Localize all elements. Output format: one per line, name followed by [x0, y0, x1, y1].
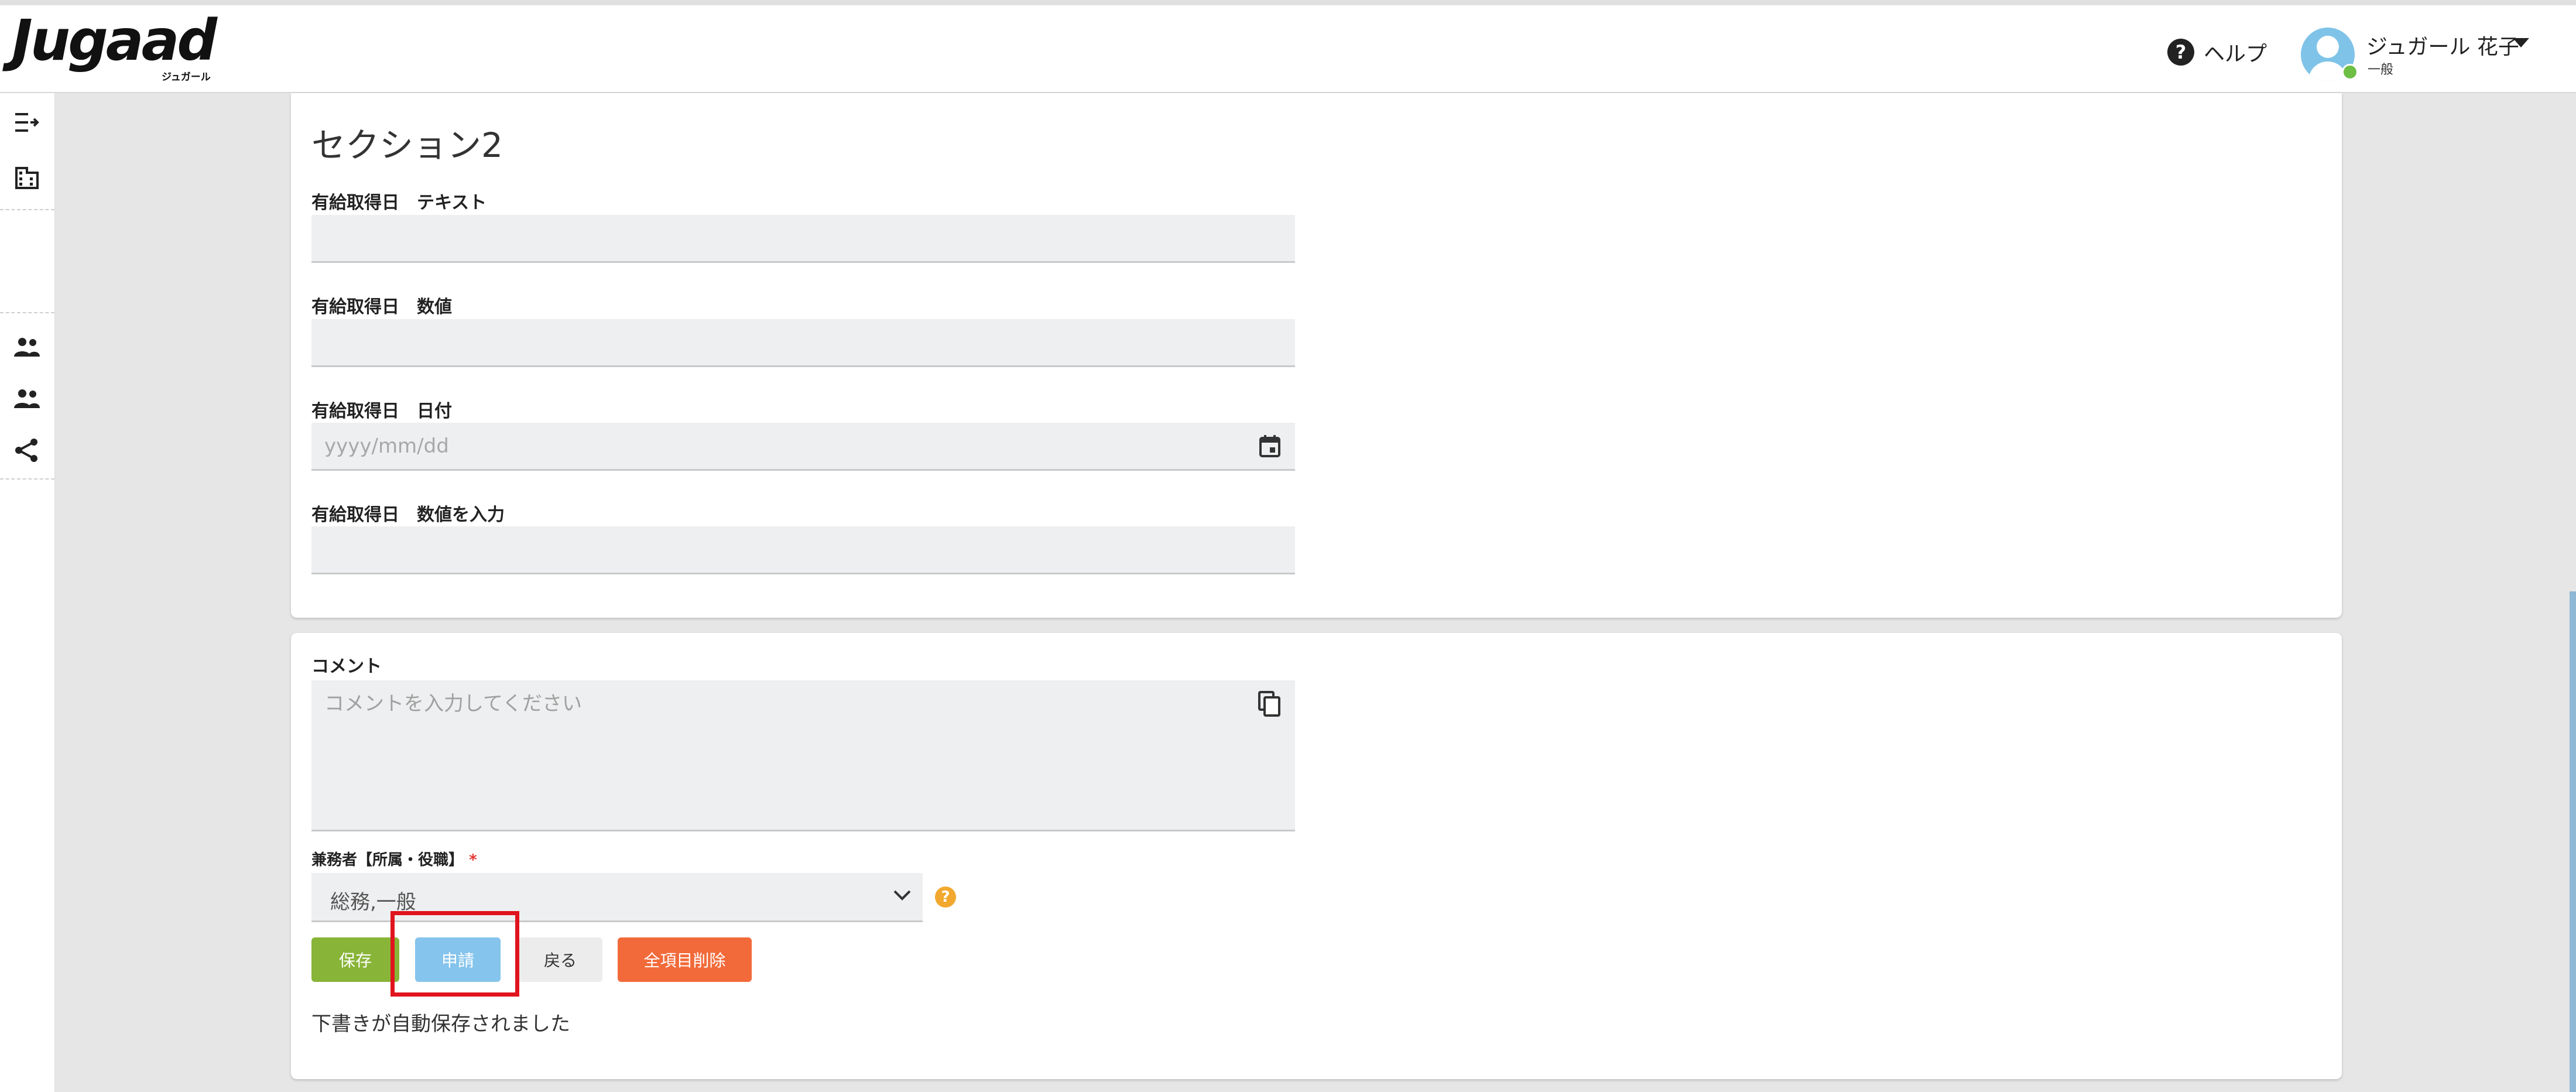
top-strip	[0, 0, 2576, 5]
copy-icon[interactable]	[1258, 691, 1281, 719]
app-logo[interactable]: Jugaad ジュガール	[12, 12, 222, 83]
comment-placeholder: コメントを入力してください	[324, 692, 582, 716]
menu-expand-icon[interactable]	[12, 107, 42, 138]
calendar-icon[interactable]	[1259, 434, 1281, 463]
paid-leave-number-input[interactable]	[311, 319, 1295, 367]
back-button[interactable]: 戻る	[518, 937, 602, 982]
help-question-icon[interactable]: ?	[935, 886, 956, 908]
caret-down-icon	[2513, 38, 2529, 47]
field-label-number: 有給取得日 数値	[311, 297, 452, 317]
question-circle-icon: ?	[2167, 39, 2194, 66]
help-label: ヘルプ	[2204, 42, 2267, 66]
paid-leave-date-input[interactable]: yyyy/mm/dd	[311, 423, 1295, 471]
chevron-down-icon	[892, 888, 912, 905]
people-icon[interactable]	[12, 384, 42, 414]
left-sidebar	[0, 93, 55, 1092]
online-status-dot	[2342, 64, 2358, 80]
share-icon[interactable]	[12, 435, 42, 465]
comment-card: コメント コメントを入力してください 兼務者【所属・役職】 * 総務,一般 ? …	[291, 633, 2342, 1079]
field-label-text: 有給取得日 テキスト	[311, 193, 487, 213]
comment-textarea[interactable]: コメントを入力してください	[311, 680, 1295, 831]
user-name: ジュガール 花子	[2366, 35, 2519, 59]
section-card: セクション2 有給取得日 テキスト 有給取得日 数値 有給取得日 日付 yyyy…	[291, 93, 2342, 618]
paid-leave-number-entry-input[interactable]	[311, 526, 1295, 574]
sidebar-divider	[0, 478, 54, 480]
concurrent-label-text: 兼務者【所属・役職】	[311, 851, 464, 869]
user-menu[interactable]: ジュガール 花子 一般	[2301, 25, 2535, 84]
date-placeholder: yyyy/mm/dd	[324, 434, 449, 458]
section-title: セクション2	[311, 125, 503, 165]
help-link[interactable]: ? ヘルプ	[2167, 35, 2267, 70]
comment-label: コメント	[311, 656, 382, 677]
required-mark: *	[469, 851, 477, 869]
scrollbar[interactable]	[2570, 591, 2576, 1092]
paid-leave-text-input[interactable]	[311, 215, 1295, 263]
delete-all-button[interactable]: 全項目削除	[618, 937, 752, 982]
concurrent-label: 兼務者【所属・役職】 *	[311, 848, 477, 870]
logo-text: Jugaad	[12, 8, 217, 73]
sidebar-divider	[0, 312, 54, 313]
building-icon[interactable]	[12, 162, 42, 193]
save-button[interactable]: 保存	[311, 937, 399, 982]
user-role: 一般	[2368, 63, 2394, 77]
app-header: Jugaad ジュガール ? ヘルプ ジュガール 花子 一般	[0, 5, 2576, 93]
field-label-number-entry: 有給取得日 数値を入力	[311, 505, 505, 525]
logo-subtext: ジュガール	[162, 71, 211, 83]
field-label-date: 有給取得日 日付	[311, 401, 452, 422]
autosave-message: 下書きが自動保存されました	[311, 1012, 570, 1036]
people-icon[interactable]	[12, 332, 42, 362]
highlight-box	[390, 911, 519, 997]
sidebar-divider	[0, 209, 54, 210]
concurrent-selected-value: 総務,一般	[330, 891, 416, 914]
